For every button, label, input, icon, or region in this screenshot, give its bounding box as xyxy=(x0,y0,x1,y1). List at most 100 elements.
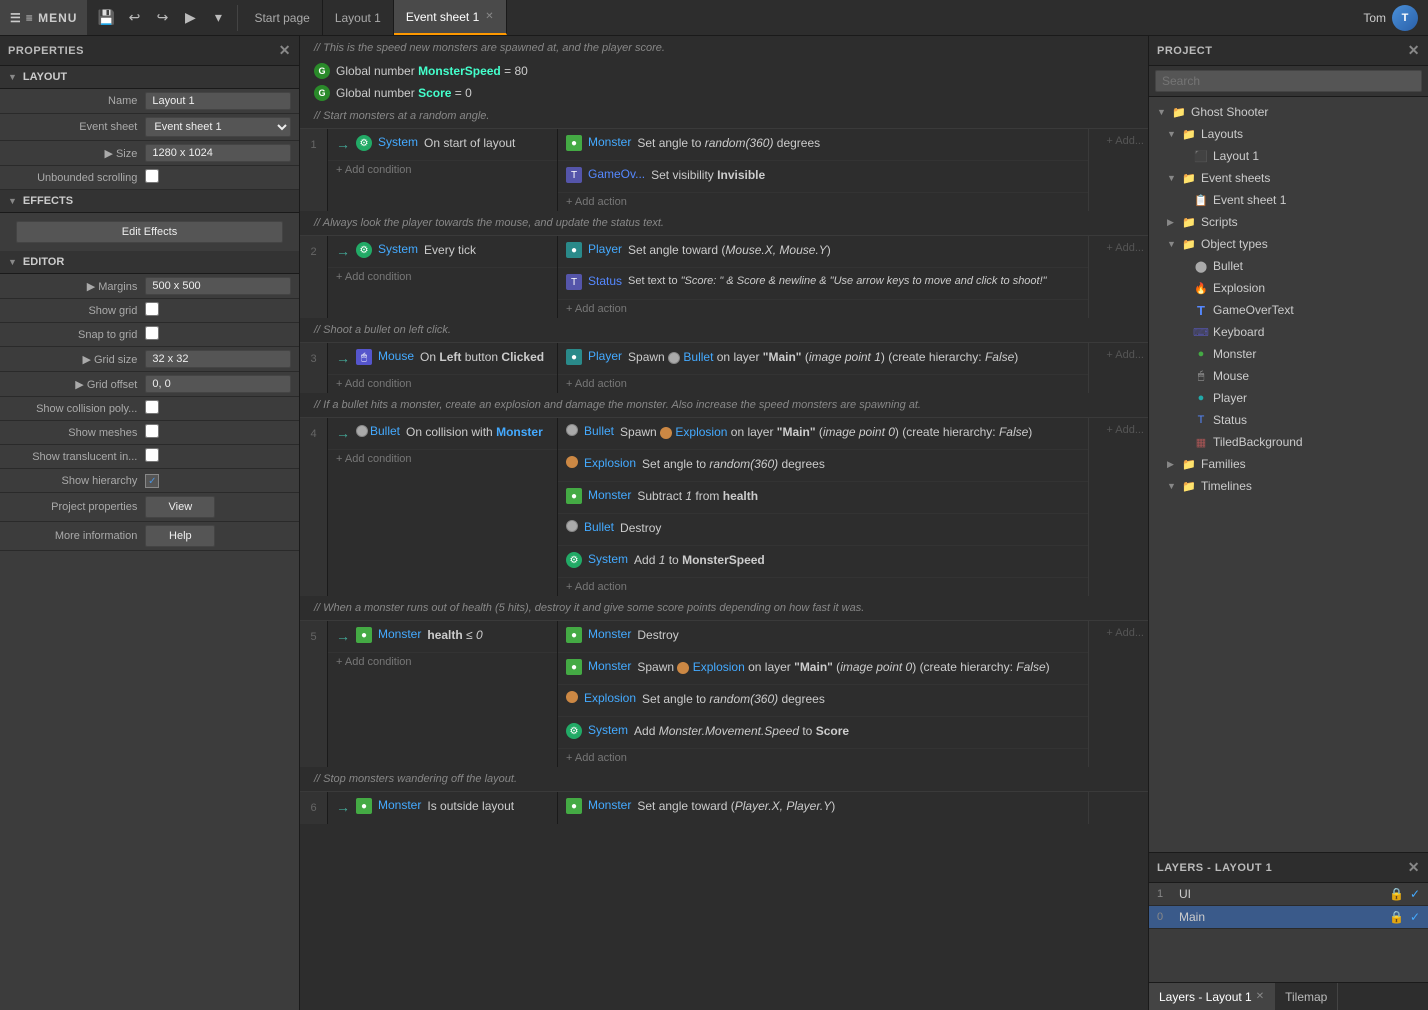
obj-name: System xyxy=(378,135,418,149)
layer-main-vis-icon[interactable]: ✓ xyxy=(1410,910,1420,924)
tree-player[interactable]: ● Player xyxy=(1149,387,1428,409)
margins-input[interactable] xyxy=(145,277,291,295)
tree-explosion[interactable]: 🔥 Explosion xyxy=(1149,277,1428,299)
add-action-3[interactable]: + Add action xyxy=(558,375,1088,393)
action-item[interactable]: T Status Set text to "Score: " & Score &… xyxy=(558,268,1088,300)
size-input[interactable] xyxy=(145,144,291,162)
add-right-icon[interactable]: + Add... xyxy=(1106,242,1144,254)
action-item[interactable]: ● Monster Set angle to random(360) degre… xyxy=(558,129,1088,161)
condition-item[interactable]: → ⚙ System On start of layout xyxy=(328,129,557,161)
run-arrow-button[interactable]: ▾ xyxy=(205,5,231,31)
tree-bullet[interactable]: ⬤ Bullet xyxy=(1149,255,1428,277)
event-sheet-select[interactable]: Event sheet 1 xyxy=(145,117,291,137)
tree-event-sheet1[interactable]: 📋 Event sheet 1 xyxy=(1149,189,1428,211)
tree-mouse[interactable]: 🖱 Mouse xyxy=(1149,365,1428,387)
name-input[interactable] xyxy=(145,92,291,110)
layer-lock-icon[interactable]: 🔒 xyxy=(1389,887,1404,901)
tree-families-folder[interactable]: ▶ 📁 Families xyxy=(1149,453,1428,475)
tree-keyboard[interactable]: ⌨ Keyboard xyxy=(1149,321,1428,343)
action-item[interactable]: Explosion Set angle to random(360) degre… xyxy=(558,685,1088,717)
monster-icon: ● xyxy=(356,798,372,814)
tree-event-sheets-folder[interactable]: ▼ 📁 Event sheets xyxy=(1149,167,1428,189)
add-action-5[interactable]: + Add action xyxy=(558,749,1088,767)
user-avatar[interactable]: T xyxy=(1392,5,1418,31)
tree-tiledbg[interactable]: ▦ TiledBackground xyxy=(1149,431,1428,453)
action-item[interactable]: ● Monster Subtract 1 from health xyxy=(558,482,1088,514)
save-button[interactable]: 💾 xyxy=(93,5,119,31)
show-meshes-checkbox[interactable] xyxy=(145,424,159,438)
tree-status[interactable]: T Status xyxy=(1149,409,1428,431)
show-hierarchy-checkbox[interactable]: ✓ xyxy=(145,474,159,488)
tree-object-types-folder[interactable]: ▼ 📁 Object types xyxy=(1149,233,1428,255)
more-info-button[interactable]: Help xyxy=(145,525,215,547)
tab-close-icon[interactable]: ✕ xyxy=(485,11,493,22)
add-condition-3[interactable]: + Add condition xyxy=(328,375,557,393)
tree-layout1[interactable]: ⬛ Layout 1 xyxy=(1149,145,1428,167)
unbounded-checkbox[interactable] xyxy=(145,169,159,183)
run-button[interactable]: ▶ xyxy=(177,5,203,31)
edit-effects-button[interactable]: Edit Effects xyxy=(16,221,283,243)
layout-section-header[interactable]: ▼ LAYOUT xyxy=(0,66,299,89)
snap-grid-checkbox[interactable] xyxy=(145,326,159,340)
tab-start-page[interactable]: Start page xyxy=(242,0,322,35)
action-item[interactable]: ● Monster Spawn Explosion on layer "Main… xyxy=(558,653,1088,685)
layers-tab-close-icon[interactable]: ✕ xyxy=(1256,991,1264,1002)
properties-close-icon[interactable]: ✕ xyxy=(279,42,291,59)
layer-row-main[interactable]: 0 Main 🔒 ✓ xyxy=(1149,906,1428,929)
add-right-icon[interactable]: + Add... xyxy=(1106,627,1144,639)
grid-offset-input[interactable] xyxy=(145,375,291,393)
tree-root[interactable]: ▼ 📁 Ghost Shooter xyxy=(1149,101,1428,123)
condition-item[interactable]: → Bullet On collision with Monster xyxy=(328,418,557,450)
tree-gameovertext[interactable]: T GameOverText xyxy=(1149,299,1428,321)
tree-scripts-folder[interactable]: ▶ 📁 Scripts xyxy=(1149,211,1428,233)
project-close-icon[interactable]: ✕ xyxy=(1408,42,1420,59)
layer-main-lock-icon[interactable]: 🔒 xyxy=(1389,910,1404,924)
show-collision-checkbox[interactable] xyxy=(145,400,159,414)
effects-section-header[interactable]: ▼ EFFECTS xyxy=(0,190,299,213)
show-translucent-checkbox[interactable] xyxy=(145,448,159,462)
action-item[interactable]: Bullet Destroy xyxy=(558,514,1088,546)
tab-event-sheet1[interactable]: Event sheet 1 ✕ xyxy=(394,0,507,35)
grid-size-input[interactable] xyxy=(145,350,291,368)
condition-item[interactable]: → ● Monster health ≤ 0 xyxy=(328,621,557,653)
action-item[interactable]: Explosion Set angle to random(360) degre… xyxy=(558,450,1088,482)
add-right-icon[interactable]: + Add... xyxy=(1106,424,1144,436)
layers-close-icon[interactable]: ✕ xyxy=(1408,859,1420,876)
add-action-4[interactable]: + Add action xyxy=(558,578,1088,596)
add-right-icon[interactable]: + Add... xyxy=(1106,349,1144,361)
tab-tilemap[interactable]: Tilemap xyxy=(1275,983,1338,1010)
tab-layout1[interactable]: Layout 1 xyxy=(323,0,394,35)
add-condition-1[interactable]: + Add condition xyxy=(328,161,557,179)
menu-button[interactable]: ☰ ≡ MENU xyxy=(0,0,87,35)
action-item[interactable]: ● Player Spawn Bullet on layer "Main" (i… xyxy=(558,343,1088,375)
condition-item[interactable]: → ● Monster Is outside layout xyxy=(328,792,557,824)
layer-row-ui[interactable]: 1 UI 🔒 ✓ xyxy=(1149,883,1428,906)
add-condition-4[interactable]: + Add condition xyxy=(328,450,557,468)
add-condition-2[interactable]: + Add condition xyxy=(328,268,557,286)
action-item[interactable]: Bullet Spawn Explosion on layer "Main" (… xyxy=(558,418,1088,450)
action-item[interactable]: ⚙ System Add Monster.Movement.Speed to S… xyxy=(558,717,1088,749)
tree-monster[interactable]: ● Monster xyxy=(1149,343,1428,365)
condition-item[interactable]: → 🖱 Mouse On Left button Clicked xyxy=(328,343,557,375)
add-condition-5[interactable]: + Add condition xyxy=(328,653,557,671)
project-search-input[interactable] xyxy=(1155,70,1422,92)
action-item[interactable]: ⚙ System Add 1 to MonsterSpeed xyxy=(558,546,1088,578)
add-action-2[interactable]: + Add action xyxy=(558,300,1088,318)
action-item[interactable]: ● Player Set angle toward (Mouse.X, Mous… xyxy=(558,236,1088,268)
project-properties-button[interactable]: View xyxy=(145,496,215,518)
redo-button[interactable]: ↪ xyxy=(149,5,175,31)
tab-layers-layout1[interactable]: Layers - Layout 1 ✕ xyxy=(1149,983,1275,1010)
add-right-icon[interactable]: + Add... xyxy=(1106,135,1144,147)
editor-section-header[interactable]: ▼ EDITOR xyxy=(0,251,299,274)
tree-layouts-folder[interactable]: ▼ 📁 Layouts xyxy=(1149,123,1428,145)
condition-item[interactable]: → ⚙ System Every tick xyxy=(328,236,557,268)
scripts-label: Scripts xyxy=(1201,215,1238,229)
undo-button[interactable]: ↩ xyxy=(121,5,147,31)
tree-timelines-folder[interactable]: ▼ 📁 Timelines xyxy=(1149,475,1428,497)
action-item[interactable]: ● Monster Destroy xyxy=(558,621,1088,653)
add-action-1[interactable]: + Add action xyxy=(558,193,1088,211)
action-item[interactable]: T GameOv... Set visibility Invisible xyxy=(558,161,1088,193)
show-grid-checkbox[interactable] xyxy=(145,302,159,316)
layer-vis-icon[interactable]: ✓ xyxy=(1410,887,1420,901)
action-item[interactable]: ● Monster Set angle toward (Player.X, Pl… xyxy=(558,792,1088,824)
